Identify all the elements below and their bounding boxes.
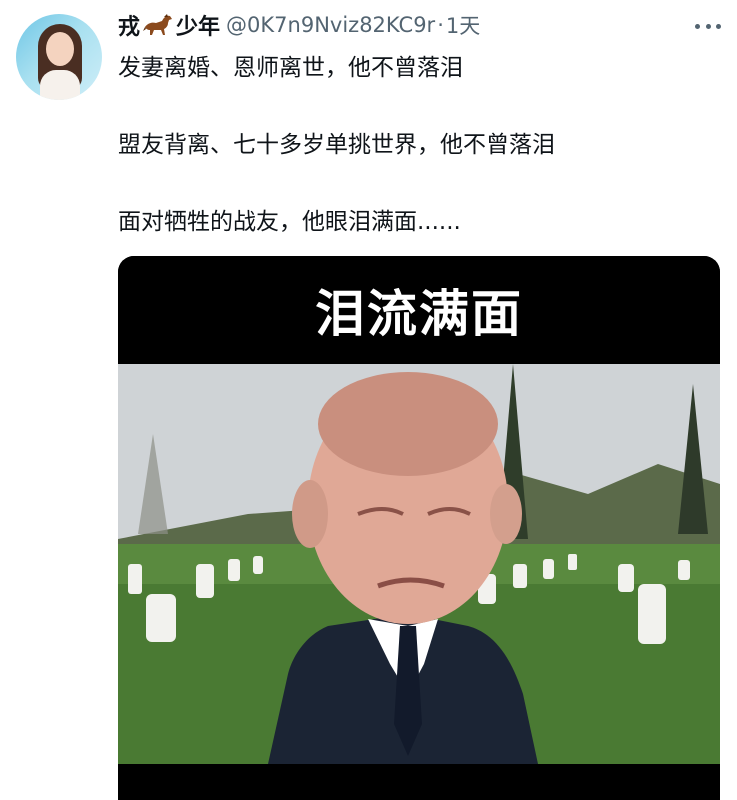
- more-icon-dot: [695, 23, 700, 29]
- more-icon[interactable]: [695, 16, 721, 36]
- line-spacer: [118, 163, 718, 204]
- horse-icon: [143, 14, 173, 35]
- video-frame: [118, 364, 720, 764]
- avatar[interactable]: [16, 14, 102, 100]
- tweet-text: 发妻离婚、恩师离世，他不曾落泪 盟友背离、七十多岁单挑世界，他不曾落泪 面对牺牲…: [118, 50, 718, 240]
- more-icon-dot: [716, 23, 721, 29]
- bottom-band: [118, 764, 720, 800]
- tweet-line: 发妻离婚、恩师离世，他不曾落泪: [118, 55, 463, 81]
- display-name-part1: 戎: [118, 15, 141, 40]
- more-icon-dot: [705, 23, 711, 29]
- video-caption: 泪流满面: [315, 285, 523, 343]
- avatar-face: [46, 32, 74, 66]
- media-video[interactable]: 泪流满面: [118, 256, 720, 800]
- avatar-body: [40, 70, 80, 100]
- display-name[interactable]: 戎 少年: [118, 9, 220, 41]
- separator-dot: ·: [437, 13, 444, 37]
- timestamp[interactable]: 1天: [446, 10, 480, 40]
- tweet-line: 面对牺牲的战友，他眼泪满面......: [118, 209, 461, 235]
- caption-band: 泪流满面: [118, 256, 720, 364]
- user-handle[interactable]: @0K7n9Nviz82KC9r: [226, 13, 435, 37]
- tweet-header: 戎 少年 @0K7n9Nviz82KC9r · 1天: [118, 10, 480, 40]
- display-name-part2: 少年: [176, 15, 221, 40]
- tweet-line: 盟友背离、七十多岁单挑世界，他不曾落泪: [118, 132, 555, 158]
- cemetery-scene: [118, 364, 720, 764]
- line-spacer: [118, 86, 718, 127]
